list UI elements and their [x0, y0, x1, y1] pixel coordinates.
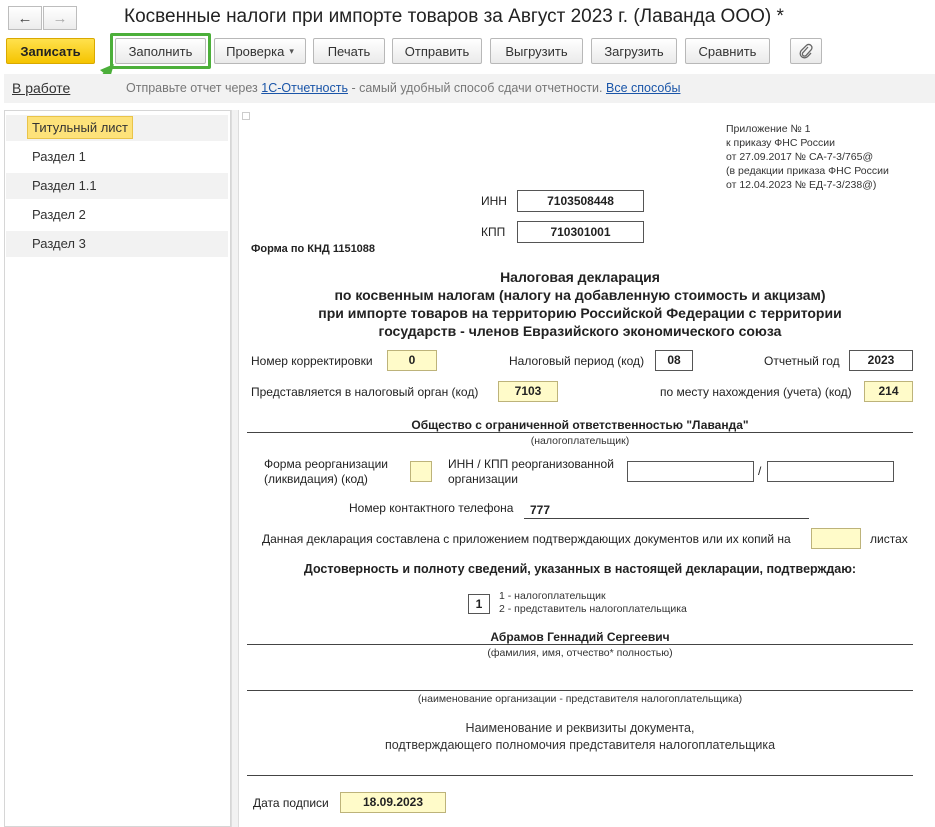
- section-label: Раздел 2: [32, 207, 86, 222]
- section-label: Раздел 1: [32, 149, 86, 164]
- export-button[interactable]: Выгрузить: [490, 38, 583, 64]
- signer-caption: (фамилия, имя, отчество* полностью): [487, 647, 673, 659]
- rep-doc-line: Наименование и реквизиты документа,: [465, 721, 695, 735]
- chevron-down-icon: ▾: [289, 45, 294, 56]
- reorg-inn-field[interactable]: [627, 461, 754, 482]
- rep-doc-caption: Наименование и реквизиты документа, подт…: [240, 720, 920, 754]
- docs-label: Данная декларация составлена с приложени…: [262, 532, 791, 546]
- section-title-page[interactable]: Титульный лист: [6, 115, 228, 141]
- signer-type-field[interactable]: 1: [468, 594, 490, 614]
- signer-option: 1 - налогоплательщик: [499, 590, 606, 602]
- year-field[interactable]: 2023: [849, 350, 913, 371]
- correction-label: Номер корректировки: [251, 354, 373, 368]
- panel-splitter[interactable]: [231, 110, 239, 827]
- date-label: Дата подписи: [253, 796, 329, 810]
- declaration-heading: Налоговая декларация по косвенным налога…: [240, 268, 920, 340]
- org-underline: [247, 432, 913, 433]
- inn-field[interactable]: 7103508448: [517, 190, 644, 212]
- heading-line: государств - членов Евразийского экономи…: [378, 323, 782, 339]
- compare-button[interactable]: Сравнить: [685, 38, 770, 64]
- save-button[interactable]: Записать: [6, 38, 95, 64]
- print-button[interactable]: Печать: [313, 38, 385, 64]
- signer-option: 2 - представитель налогоплательщика: [499, 603, 687, 615]
- info-text: Отправьте отчет через 1С-Отчетность - са…: [126, 81, 680, 95]
- info-text-mid: - самый удобный способ сдачи отчетности.: [347, 81, 606, 95]
- reorg-field[interactable]: [410, 461, 432, 482]
- reorg-innkpp-label: ИНН / КПП реорганизованной организации: [448, 457, 614, 487]
- paperclip-icon: [799, 43, 813, 59]
- reorg-innkpp-line: организации: [448, 472, 518, 486]
- year-label: Отчетный год: [764, 354, 840, 368]
- reorg-label-line: Форма реорганизации: [264, 457, 388, 471]
- import-button[interactable]: Загрузить: [591, 38, 677, 64]
- info-text-before: Отправьте отчет через: [126, 81, 262, 95]
- phone-underline: [524, 518, 809, 519]
- section-label: Титульный лист: [27, 116, 134, 139]
- authority-label: Представляется в налоговый орган (код): [251, 385, 479, 399]
- location-label: по месту нахождения (учета) (код): [660, 385, 852, 399]
- section-1[interactable]: Раздел 1: [6, 144, 228, 170]
- appendix-line: Приложение № 1: [726, 123, 811, 135]
- authority-field[interactable]: 7103: [498, 381, 558, 402]
- knd-code: Форма по КНД 1151088: [251, 243, 376, 255]
- status-link[interactable]: В работе: [12, 80, 70, 96]
- location-field[interactable]: 214: [864, 381, 913, 402]
- org-caption: (налогоплательщик): [530, 435, 630, 447]
- section-label: Раздел 3: [32, 236, 86, 251]
- docs-suffix: листах: [870, 532, 908, 546]
- rep-org-caption: (наименование организации - представител…: [417, 693, 743, 705]
- rep-doc-underline: [247, 775, 913, 776]
- section-label: Раздел 1.1: [32, 178, 97, 193]
- reorg-kpp-field[interactable]: [767, 461, 894, 482]
- phone-label: Номер контактного телефона: [349, 501, 514, 515]
- form-corner-marker: [242, 112, 250, 120]
- check-button-label: Проверка: [226, 43, 285, 59]
- forward-arrow-icon: →: [52, 9, 68, 27]
- section-1-1[interactable]: Раздел 1.1: [6, 173, 228, 199]
- appendix-note: Приложение № 1 к приказу ФНС России от 2…: [726, 122, 889, 192]
- all-methods-link[interactable]: Все способы: [606, 81, 680, 95]
- heading-line: по косвенным налогам (налогу на добавлен…: [334, 287, 826, 303]
- reorg-label: Форма реорганизации (ликвидация) (код): [264, 457, 388, 487]
- reorg-label-line: (ликвидация) (код): [264, 472, 368, 486]
- window-title: Косвенные налоги при импорте товаров за …: [124, 6, 784, 27]
- correction-field[interactable]: 0: [387, 350, 437, 371]
- section-3[interactable]: Раздел 3: [6, 231, 228, 257]
- period-label: Налоговый период (код): [509, 354, 645, 368]
- attach-button[interactable]: [790, 38, 822, 64]
- docs-field[interactable]: [811, 528, 861, 549]
- heading-line: Налоговая декларация: [500, 269, 660, 285]
- declaration-form: Приложение № 1 к приказу ФНС России от 2…: [240, 110, 935, 827]
- appendix-line: от 12.04.2023 № ЕД-7-3/238@): [726, 179, 877, 191]
- back-arrow-icon: ←: [17, 9, 33, 27]
- appendix-line: (в редакции приказа ФНС России: [726, 165, 889, 177]
- signature-date-field[interactable]: 18.09.2023: [340, 792, 446, 813]
- forward-button[interactable]: →: [43, 6, 77, 30]
- section-2[interactable]: Раздел 2: [6, 202, 228, 228]
- inn-label: ИНН: [481, 194, 507, 208]
- fill-button-highlight: [110, 33, 211, 69]
- signer-options: 1 - налогоплательщик 2 - представитель н…: [499, 590, 687, 616]
- signer-name-field[interactable]: Абрамов Геннадий Сергеевич: [240, 630, 920, 644]
- heading-line: при импорте товаров на территорию Россий…: [318, 305, 842, 321]
- rep-doc-line: подтверждающего полномочия представителя…: [384, 738, 776, 752]
- kpp-label: КПП: [481, 225, 506, 239]
- confirm-heading: Достоверность и полноту сведений, указан…: [303, 562, 857, 576]
- signer-underline: [247, 644, 913, 645]
- send-button[interactable]: Отправить: [392, 38, 482, 64]
- phone-field[interactable]: 777: [530, 503, 550, 517]
- kpp-field[interactable]: 710301001: [517, 221, 644, 243]
- org-name: Общество с ограниченной ответственностью…: [411, 418, 749, 432]
- appendix-line: к приказу ФНС России: [726, 137, 835, 149]
- appendix-line: от 27.09.2017 № СА-7-3/765@: [726, 151, 874, 163]
- reporting-link[interactable]: 1С-Отчетность: [261, 81, 348, 95]
- reorg-innkpp-line: ИНН / КПП реорганизованной: [448, 457, 614, 471]
- check-button[interactable]: Проверка ▾: [214, 38, 306, 64]
- rep-org-underline: [247, 690, 913, 691]
- slash-separator: /: [758, 464, 762, 478]
- period-field[interactable]: 08: [655, 350, 693, 371]
- back-button[interactable]: ←: [8, 6, 42, 30]
